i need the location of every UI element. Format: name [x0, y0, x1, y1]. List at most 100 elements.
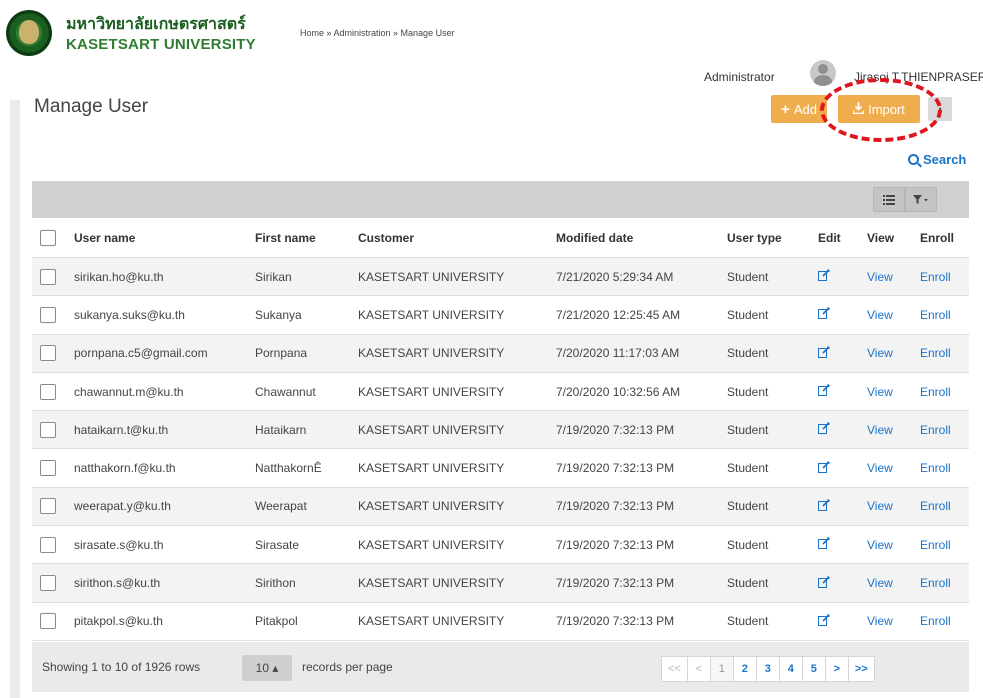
header-edit: Edit: [818, 230, 841, 245]
pager-button[interactable]: 2: [732, 656, 757, 682]
enroll-link[interactable]: Enroll: [920, 488, 951, 525]
view-link[interactable]: View: [867, 373, 893, 410]
table-body: sirikan.ho@ku.th Sirikan KASETSART UNIVERS…: [32, 258, 969, 641]
edit-icon[interactable]: [818, 345, 831, 361]
cell-user-type: Student: [727, 346, 769, 361]
top-header: มหาวิทยาลัยเกษตรศาสตร์ KASETSART UNIVERS…: [0, 0, 983, 100]
avatar[interactable]: [810, 60, 836, 86]
view-link[interactable]: View: [867, 488, 893, 525]
edit-icon[interactable]: [818, 575, 831, 591]
cell-customer: KASETSART UNIVERSITY: [358, 346, 505, 361]
pager-button[interactable]: 3: [755, 656, 780, 682]
add-button[interactable]: + Add: [771, 95, 827, 123]
search-label: Search: [923, 152, 967, 167]
cell-modified-date: 7/19/2020 7:32:13 PM: [556, 422, 675, 437]
row-checkbox[interactable]: [40, 383, 56, 400]
table-row: sirithon.s@ku.th Sirithon KASETSART UNIVER…: [32, 564, 969, 603]
row-checkbox[interactable]: [40, 268, 56, 285]
row-checkbox[interactable]: [40, 421, 56, 438]
header-modified-date[interactable]: Modified date: [556, 218, 633, 257]
import-button[interactable]: Import: [838, 95, 920, 123]
enroll-link[interactable]: Enroll: [920, 449, 951, 486]
pager-button[interactable]: 5: [801, 656, 826, 682]
pager-button[interactable]: <<: [661, 656, 688, 682]
user-role: Administrator: [704, 70, 775, 84]
view-link[interactable]: View: [867, 411, 893, 448]
edit-icon[interactable]: [818, 307, 831, 322]
edit-icon[interactable]: [818, 613, 831, 629]
row-checkbox[interactable]: [40, 575, 56, 592]
enroll-link[interactable]: Enroll: [920, 564, 951, 601]
cell-customer: KASETSART UNIVERSITY: [358, 499, 505, 514]
row-checkbox[interactable]: [40, 345, 56, 362]
breadcrumb[interactable]: Home » Administration » Manage User: [300, 28, 455, 38]
view-link[interactable]: View: [867, 335, 893, 372]
view-link[interactable]: View: [867, 564, 893, 601]
pager-button[interactable]: >>: [847, 656, 875, 682]
cell-first-name: Sirasate: [255, 537, 300, 552]
header-first-name[interactable]: First name: [255, 218, 316, 257]
enroll-link[interactable]: Enroll: [920, 335, 951, 372]
cell-customer: KASETSART UNIVERSITY: [358, 422, 505, 437]
view-link[interactable]: View: [867, 526, 893, 563]
cell-modified-date: 7/20/2020 10:32:56 AM: [556, 384, 681, 399]
enroll-link[interactable]: Enroll: [920, 373, 951, 410]
rows-info: Showing 1 to 10 of 1926 rows: [42, 660, 201, 674]
list-view-button[interactable]: [873, 187, 905, 212]
cell-first-name: Pitakpol: [255, 614, 298, 629]
edit-icon[interactable]: [818, 383, 831, 399]
enroll-link[interactable]: Enroll: [920, 258, 951, 295]
enroll-link[interactable]: Enroll: [920, 603, 951, 640]
page-size-select[interactable]: 10 ▴: [242, 655, 292, 681]
row-checkbox[interactable]: [40, 613, 56, 630]
search-link[interactable]: Search: [908, 152, 966, 167]
table-row: sirikan.ho@ku.th Sirikan KASETSART UNIVERS…: [32, 258, 969, 297]
row-checkbox[interactable]: [40, 460, 56, 477]
enroll-link[interactable]: Enroll: [920, 526, 951, 563]
cell-first-name: Sirikan: [255, 269, 292, 284]
edit-icon[interactable]: [818, 537, 831, 552]
import-button-label: Import: [868, 101, 905, 117]
row-checkbox[interactable]: [40, 306, 56, 323]
filter-button[interactable]: [905, 187, 937, 212]
pager-button[interactable]: 1: [709, 656, 734, 682]
cell-user-type: Student: [727, 461, 769, 476]
enroll-link[interactable]: Enroll: [920, 411, 951, 448]
view-link[interactable]: View: [867, 603, 893, 640]
cell-first-name: Pornpana: [255, 346, 308, 361]
row-checkbox[interactable]: [40, 536, 56, 553]
edit-icon[interactable]: [818, 498, 831, 514]
more-options-button[interactable]: ⋮: [928, 97, 952, 121]
row-checkbox[interactable]: [40, 498, 56, 515]
pager-button[interactable]: 4: [778, 656, 803, 682]
cell-first-name: Sirithon: [255, 576, 296, 591]
view-link[interactable]: View: [867, 449, 893, 486]
pager-button[interactable]: >: [824, 656, 849, 682]
header-customer[interactable]: Customer: [358, 218, 414, 257]
university-logo[interactable]: [6, 10, 52, 56]
header-user-type[interactable]: User type: [727, 218, 782, 257]
edit-icon[interactable]: [818, 269, 831, 284]
cell-customer: KASETSART UNIVERSITY: [358, 537, 505, 552]
view-link[interactable]: View: [867, 296, 893, 333]
select-all-checkbox[interactable]: [40, 229, 56, 246]
cell-customer: KASETSART UNIVERSITY: [358, 576, 505, 591]
cell-first-name: Sukanya: [255, 307, 302, 322]
cell-user-name: sirithon.s@ku.th: [74, 576, 161, 591]
cell-customer: KASETSART UNIVERSITY: [358, 614, 505, 629]
table-row: natthakorn.f@ku.th NatthakornÊ KASETSART U…: [32, 449, 969, 488]
header-user-name[interactable]: User name: [74, 218, 135, 257]
pager-button[interactable]: <: [686, 656, 711, 682]
plus-icon: +: [781, 100, 790, 118]
user-name-menu[interactable]: Jirasoj T.THIENPRASER: [854, 70, 983, 84]
view-link[interactable]: View: [867, 258, 893, 295]
edit-icon[interactable]: [818, 422, 831, 437]
university-name-english: KASETSART UNIVERSITY: [66, 36, 256, 53]
enroll-link[interactable]: Enroll: [920, 296, 951, 333]
kebab-icon: ⋮: [933, 101, 947, 116]
edit-icon[interactable]: [818, 460, 831, 476]
table-toolbar: [32, 181, 969, 218]
cell-user-name: chawannut.m@ku.th: [74, 384, 184, 399]
cell-customer: KASETSART UNIVERSITY: [358, 269, 505, 284]
list-icon: [883, 194, 895, 205]
